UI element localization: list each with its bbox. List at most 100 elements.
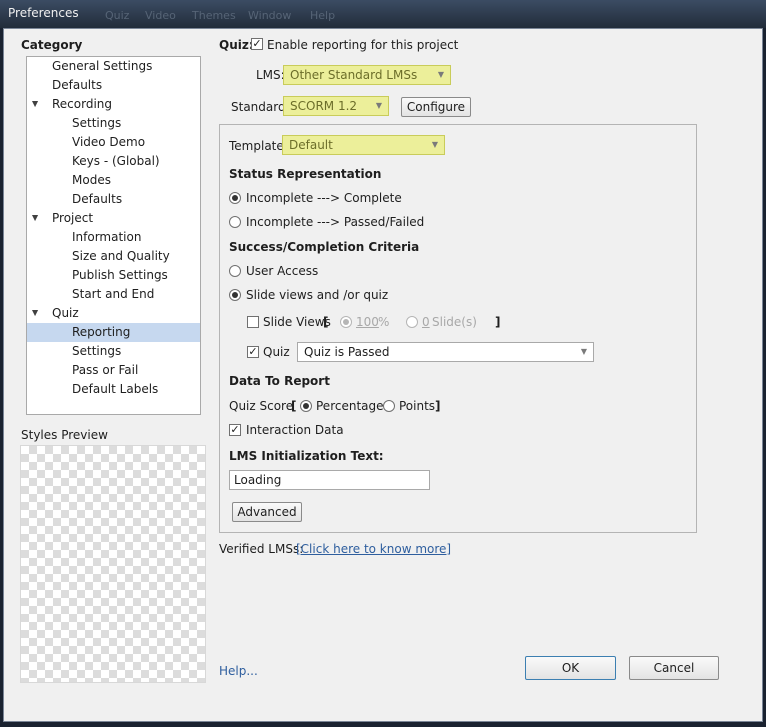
tree-item-label: Modes: [72, 173, 111, 187]
slide-views-open-bracket: [: [323, 315, 329, 329]
tree-item-default-labels[interactable]: Default Labels: [27, 380, 200, 399]
slide-views-percent-value[interactable]: 100: [356, 315, 379, 329]
incomplete-passed-failed-label: Incomplete ---> Passed/Failed: [246, 215, 425, 229]
tree-item-label: Video Demo: [72, 135, 146, 149]
quiz-criteria-checkbox[interactable]: ✓: [247, 346, 259, 358]
tree-item-defaults[interactable]: Defaults: [27, 76, 200, 95]
tree-item-label: Project: [52, 211, 94, 225]
background-menu-help: Help: [310, 9, 336, 22]
tree-item-pass-or-fail[interactable]: Pass or Fail: [27, 361, 200, 380]
styles-preview-label: Styles Preview: [21, 428, 108, 442]
verified-lms-label: Verified LMSs:: [219, 542, 304, 556]
interaction-data-checkbox[interactable]: ✓: [229, 424, 241, 436]
tree-item-quiz-settings[interactable]: Settings: [27, 342, 200, 361]
expand-triangle-icon[interactable]: ▲: [32, 304, 38, 323]
expand-triangle-icon[interactable]: ▲: [32, 209, 38, 228]
percentage-label: Percentage: [316, 399, 384, 413]
verified-lms-link[interactable]: [Click here to know more]: [296, 542, 451, 556]
quiz-score-label: Quiz Score: [229, 399, 294, 413]
slide-views-slides-radio[interactable]: [406, 316, 418, 328]
tree-item-project[interactable]: ▲ Project: [27, 209, 200, 228]
slide-views-slides-unit: Slide(s): [432, 315, 477, 329]
advanced-button[interactable]: Advanced: [232, 502, 302, 522]
tree-item-keys-global[interactable]: Keys - (Global): [27, 152, 200, 171]
template-dropdown[interactable]: Default ▼: [282, 135, 445, 155]
tree-item-start-and-end[interactable]: Start and End: [27, 285, 200, 304]
slide-views-quiz-radio[interactable]: [229, 289, 241, 301]
incomplete-complete-label: Incomplete ---> Complete: [246, 191, 402, 205]
template-label: Template:: [229, 139, 288, 153]
tree-item-label: Reporting: [72, 325, 131, 339]
enable-reporting-checkbox[interactable]: ✓: [251, 38, 263, 50]
window-title: Preferences: [8, 6, 79, 20]
tree-item-label: Defaults: [72, 192, 123, 206]
tree-item-reporting[interactable]: Reporting: [27, 323, 200, 342]
help-link[interactable]: Help...: [219, 664, 258, 678]
tree-item-recording[interactable]: ▲ Recording: [27, 95, 200, 114]
tree-item-modes[interactable]: Modes: [27, 171, 200, 190]
tree-item-label: Information: [72, 230, 142, 244]
tree-item-label: Start and End: [72, 287, 155, 301]
slide-views-percent-radio[interactable]: [340, 316, 352, 328]
chevron-down-icon: ▼: [375, 101, 382, 110]
status-representation-heading: Status Representation: [229, 167, 382, 181]
tree-item-label: Default Labels: [72, 382, 159, 396]
lms-dropdown[interactable]: Other Standard LMSs ▼: [283, 65, 451, 85]
user-access-radio[interactable]: [229, 265, 241, 277]
category-tree[interactable]: General Settings Defaults ▲ Recording Set…: [26, 56, 201, 415]
tree-item-video-demo[interactable]: Video Demo: [27, 133, 200, 152]
quiz-criteria-label: Quiz: [263, 345, 290, 359]
background-menu-video: Video: [145, 9, 176, 22]
quiz-score-open-bracket: [: [291, 399, 297, 413]
slide-views-percent-unit: %: [378, 315, 390, 329]
tree-item-recording-settings[interactable]: Settings: [27, 114, 200, 133]
reporting-group-box: Template: Default ▼ Status Representatio…: [219, 124, 697, 533]
tree-item-general-settings[interactable]: General Settings: [27, 57, 200, 76]
user-access-label: User Access: [246, 264, 319, 278]
tree-item-recording-defaults[interactable]: Defaults: [27, 190, 200, 209]
slide-views-slides-value[interactable]: 0: [422, 315, 430, 329]
points-radio[interactable]: [383, 400, 395, 412]
tree-item-publish-settings[interactable]: Publish Settings: [27, 266, 200, 285]
chevron-down-icon: ▼: [431, 140, 438, 149]
cancel-button[interactable]: Cancel: [629, 656, 719, 680]
tree-item-label: General Settings: [52, 59, 153, 73]
lms-value: Other Standard LMSs: [290, 68, 418, 82]
lms-init-input[interactable]: Loading: [229, 470, 430, 490]
configure-button[interactable]: Configure: [401, 97, 471, 117]
slide-views-label: Slide Views: [263, 315, 331, 329]
tree-item-information[interactable]: Information: [27, 228, 200, 247]
tree-item-size-and-quality[interactable]: Size and Quality: [27, 247, 200, 266]
data-to-report-heading: Data To Report: [229, 374, 330, 388]
enable-reporting-label: Enable reporting for this project: [267, 38, 459, 52]
slide-views-quiz-label: Slide views and /or quiz: [246, 288, 389, 302]
incomplete-passed-failed-radio[interactable]: [229, 216, 241, 228]
tree-item-label: Publish Settings: [72, 268, 168, 282]
tree-item-label: Pass or Fail: [72, 363, 139, 377]
background-menu-quiz: Quiz: [105, 9, 130, 22]
standard-label: Standard:: [231, 100, 290, 114]
background-menu-themes: Themes: [192, 9, 236, 22]
title-bar[interactable]: Preferences Quiz Video Themes Window Hel…: [0, 0, 766, 28]
percentage-radio[interactable]: [300, 400, 312, 412]
tree-item-label: Settings: [72, 344, 122, 358]
incomplete-complete-radio[interactable]: [229, 192, 241, 204]
lms-init-heading: LMS Initialization Text:: [229, 449, 384, 463]
points-label: Points: [399, 399, 436, 413]
slide-views-checkbox[interactable]: [247, 316, 259, 328]
quiz-criteria-dropdown[interactable]: Quiz is Passed ▼: [297, 342, 594, 362]
styles-preview-canvas: [20, 445, 206, 683]
lms-label: LMS:: [256, 68, 285, 82]
tree-item-label: Quiz: [52, 306, 79, 320]
chevron-down-icon: ▼: [580, 347, 587, 356]
quiz-criteria-value: Quiz is Passed: [304, 345, 390, 359]
tree-item-label: Keys - (Global): [72, 154, 160, 168]
standard-dropdown[interactable]: SCORM 1.2 ▼: [283, 96, 389, 116]
tree-item-label: Recording: [52, 97, 113, 111]
tree-item-label: Defaults: [52, 78, 103, 92]
tree-item-quiz[interactable]: ▲ Quiz: [27, 304, 200, 323]
expand-triangle-icon[interactable]: ▲: [32, 95, 38, 114]
ok-button[interactable]: OK: [525, 656, 616, 680]
template-value: Default: [289, 138, 333, 152]
slide-views-close-bracket: ]: [495, 315, 501, 329]
